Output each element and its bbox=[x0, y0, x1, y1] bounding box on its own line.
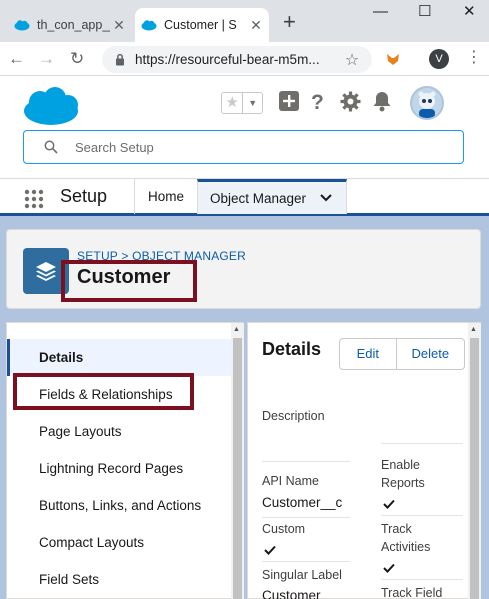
sidebar-item-lightning-record-pages[interactable]: Lightning Record Pages bbox=[7, 450, 231, 487]
forward-arrow-icon[interactable]: → bbox=[38, 49, 55, 69]
browser-tab-active[interactable]: Customer | S ✕ bbox=[135, 8, 269, 42]
details-scrollbar[interactable]: ▲ bbox=[468, 323, 481, 599]
sidebar-item-label: Lightning Record Pages bbox=[39, 461, 184, 476]
search-icon bbox=[44, 140, 58, 154]
sidebar-item-field-sets[interactable]: Field Sets bbox=[7, 561, 231, 598]
app-navigation-bar: Setup Home Object Manager bbox=[0, 178, 489, 216]
sidebar-item-label: Page Layouts bbox=[39, 424, 122, 439]
reload-icon[interactable]: ↻ bbox=[70, 49, 84, 69]
notifications-bell-icon[interactable] bbox=[372, 91, 392, 112]
favorites-button[interactable]: ★ ▼ bbox=[221, 92, 263, 114]
singular-label-value: Customer bbox=[262, 588, 321, 599]
global-header: ★ ▼ ? Search Setup bbox=[0, 77, 489, 178]
user-avatar[interactable] bbox=[410, 86, 444, 120]
add-icon[interactable] bbox=[279, 91, 299, 111]
minimize-icon[interactable]: — bbox=[373, 2, 388, 22]
divider bbox=[381, 443, 463, 444]
divider bbox=[262, 461, 350, 462]
search-setup-input[interactable]: Search Setup bbox=[23, 130, 464, 164]
divider bbox=[262, 517, 350, 518]
sidebar-item-label: Field Sets bbox=[39, 572, 100, 587]
address-bar: ← → ↻ https://resourceful-bear-m5m... ☆ bbox=[0, 42, 489, 76]
browser-tab-bar: th_con_app__ ✕ Customer | S ✕ + — ☐ ✕ bbox=[0, 0, 489, 42]
edit-button[interactable]: Edit bbox=[340, 339, 397, 369]
salesforce-logo[interactable] bbox=[22, 86, 80, 126]
sidebar-item-label: Details bbox=[39, 350, 84, 365]
details-title: Details bbox=[262, 339, 322, 359]
url-text: https://resourceful-bear-m5m... bbox=[135, 52, 320, 67]
fields-highlight-box bbox=[13, 373, 194, 410]
checkmark-icon bbox=[383, 499, 395, 509]
sidebar-item-details[interactable]: Details bbox=[7, 339, 231, 376]
tab-object-manager[interactable]: Object Manager bbox=[197, 179, 347, 214]
details-panel: Details Edit Delete Description API Name… bbox=[247, 322, 481, 599]
favorites-star-icon[interactable]: ★ bbox=[222, 93, 244, 113]
details-button-group: Edit Delete bbox=[339, 338, 465, 370]
custom-label: Custom bbox=[262, 522, 306, 536]
scrollbar-thumb[interactable] bbox=[233, 338, 242, 599]
extension-fox-icon[interactable] bbox=[385, 51, 401, 67]
object-header: SETUP > OBJECT MANAGER Customer bbox=[6, 229, 481, 309]
enable-reports-label: Enable Reports bbox=[381, 458, 425, 490]
title-highlight-box bbox=[61, 260, 197, 302]
setup-body: SETUP > OBJECT MANAGER Customer Details … bbox=[0, 216, 489, 599]
back-arrow-icon[interactable]: ← bbox=[8, 49, 25, 69]
sidebar-item-buttons-links-actions[interactable]: Buttons, Links, and Actions bbox=[7, 487, 231, 524]
description-label: Description bbox=[262, 409, 325, 423]
bookmark-star-icon[interactable]: ☆ bbox=[342, 50, 362, 70]
singular-label-label: Singular Label bbox=[262, 568, 342, 582]
scrollbar-thumb[interactable] bbox=[470, 338, 479, 599]
close-tab-icon[interactable]: ✕ bbox=[110, 17, 128, 34]
delete-button[interactable]: Delete bbox=[397, 339, 464, 369]
chevron-down-icon[interactable]: ▼ bbox=[243, 93, 262, 113]
app-launcher-icon[interactable] bbox=[24, 189, 44, 209]
tab-home[interactable]: Home bbox=[134, 179, 197, 214]
profile-avatar[interactable]: V bbox=[429, 49, 449, 69]
salesforce-cloud-icon bbox=[14, 20, 30, 31]
checkmark-icon bbox=[383, 563, 395, 573]
sidebar-item-page-layouts[interactable]: Page Layouts bbox=[7, 413, 231, 450]
scroll-up-arrow-icon[interactable]: ▲ bbox=[470, 326, 477, 333]
search-placeholder: Search Setup bbox=[75, 139, 154, 155]
app-title: Setup bbox=[60, 186, 108, 206]
svg-text:?: ? bbox=[311, 91, 324, 113]
browser-tab-label: Customer | S bbox=[164, 18, 237, 32]
url-omnibox[interactable]: https://resourceful-bear-m5m... ☆ bbox=[102, 46, 372, 73]
divider bbox=[262, 561, 350, 562]
divider bbox=[381, 515, 463, 516]
tab-home-label: Home bbox=[147, 189, 184, 204]
sidebar-item-label: Buttons, Links, and Actions bbox=[39, 498, 202, 513]
lock-icon bbox=[116, 53, 124, 66]
astro-avatar-icon bbox=[418, 91, 436, 118]
maximize-icon[interactable]: ☐ bbox=[418, 2, 431, 22]
object-sidebar: Details Fields & Relationships Page Layo… bbox=[6, 322, 244, 599]
sidebar-item-label: Compact Layouts bbox=[39, 535, 145, 550]
close-window-icon[interactable]: ✕ bbox=[463, 2, 476, 22]
sidebar-nav: Details Fields & Relationships Page Layo… bbox=[7, 323, 231, 599]
divider bbox=[381, 579, 463, 580]
sidebar-item-compact-layouts[interactable]: Compact Layouts bbox=[7, 524, 231, 561]
browser-tab[interactable]: th_con_app__ ✕ bbox=[8, 8, 132, 42]
checkmark-icon bbox=[264, 545, 276, 555]
api-name-value: Customer__c bbox=[262, 495, 343, 510]
chevron-down-icon[interactable] bbox=[320, 194, 332, 202]
track-field-label: Track Field bbox=[381, 586, 443, 599]
new-tab-button[interactable]: + bbox=[283, 9, 296, 35]
close-tab-icon[interactable]: ✕ bbox=[247, 17, 265, 34]
tab-object-manager-label: Object Manager bbox=[210, 190, 307, 206]
scroll-up-arrow-icon[interactable]: ▲ bbox=[233, 326, 240, 333]
sidebar-scrollbar[interactable]: ▲ bbox=[231, 323, 244, 599]
salesforce-cloud-icon bbox=[141, 20, 157, 31]
track-activities-label: Track Activities bbox=[381, 522, 431, 554]
browser-tab-label: th_con_app__ bbox=[37, 18, 110, 32]
setup-gear-icon[interactable] bbox=[340, 91, 361, 112]
layers-icon bbox=[36, 262, 56, 281]
more-menu-icon[interactable]: ⋮ bbox=[466, 49, 482, 67]
api-name-label: API Name bbox=[262, 474, 319, 488]
help-icon[interactable]: ? bbox=[310, 91, 326, 113]
